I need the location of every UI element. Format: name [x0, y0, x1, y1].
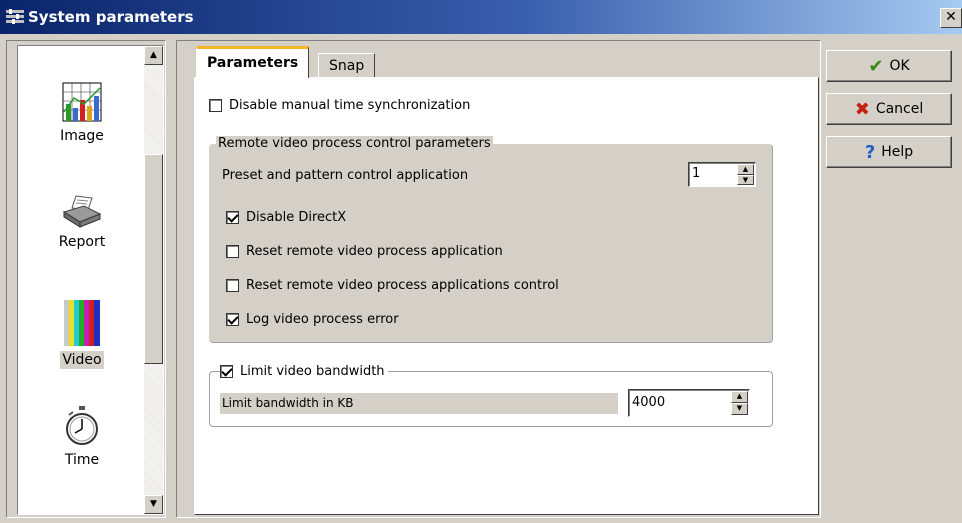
- bandwidth-spinner[interactable]: 4000 ▲ ▼: [628, 389, 750, 417]
- help-button[interactable]: ? Help: [826, 136, 952, 168]
- disable-directx-checkbox[interactable]: [226, 211, 239, 224]
- reset-app-control-label: Reset remote video process applications …: [246, 278, 559, 293]
- nav-label-report: Report: [58, 234, 106, 250]
- close-button[interactable]: ✕: [940, 8, 962, 28]
- help-label: Help: [881, 144, 914, 160]
- main-frame: Parameters Snap Disable manual time sync…: [176, 40, 821, 518]
- preset-value: 1: [692, 166, 701, 181]
- cancel-label: Cancel: [875, 101, 924, 117]
- nav-label-image: Image: [60, 128, 104, 144]
- scroll-up-button[interactable]: ▲: [144, 46, 163, 65]
- limit-bandwidth-option[interactable]: Limit video bandwidth: [220, 364, 388, 379]
- parameters-page: Disable manual time synchronization Remo…: [194, 77, 819, 515]
- category-list: Image Report Video Time ▲ ▼: [17, 45, 164, 515]
- checkmark-icon: ✔: [868, 55, 884, 77]
- log-error-label: Log video process error: [246, 312, 399, 327]
- app-icon: [6, 9, 24, 24]
- bandwidth-value: 4000: [632, 395, 666, 410]
- limit-bandwidth-label: Limit video bandwidth: [240, 364, 385, 379]
- bandwidth-limit-label: Limit bandwidth in KB: [220, 393, 618, 414]
- bandwidth-group: Limit video bandwidth Limit bandwidth in…: [209, 364, 773, 427]
- disable-directx-label: Disable DirectX: [246, 210, 347, 225]
- preset-down-button[interactable]: ▼: [737, 174, 754, 185]
- tab-snap[interactable]: Snap: [318, 53, 376, 77]
- bandwidth-down-button[interactable]: ▼: [731, 403, 748, 415]
- remote-video-group: Remote video process control parameters …: [209, 136, 773, 343]
- preset-spinner[interactable]: 1 ▲ ▼: [688, 162, 756, 187]
- preset-up-button[interactable]: ▲: [737, 164, 754, 175]
- nav-label-video: Video: [60, 351, 104, 369]
- stopwatch-icon: [66, 406, 98, 445]
- x-icon: ✖: [854, 98, 870, 120]
- chart-icon: [62, 82, 102, 122]
- disable-time-sync-checkbox[interactable]: [209, 99, 222, 112]
- title-bar: System parameters ✕: [0, 0, 962, 34]
- disable-time-sync-label: Disable manual time synchronization: [229, 98, 471, 113]
- nav-item-image[interactable]: Image: [18, 82, 146, 144]
- nav-item-report[interactable]: Report: [18, 194, 146, 250]
- printer-icon: [62, 195, 102, 228]
- remote-video-group-legend: Remote video process control parameters: [216, 136, 493, 151]
- window-title: System parameters: [28, 8, 194, 26]
- log-error-checkbox[interactable]: [226, 313, 239, 326]
- category-panel: Image Report Video Time ▲ ▼: [6, 40, 166, 518]
- nav-scrollbar[interactable]: ▲ ▼: [144, 46, 163, 514]
- bandwidth-up-button[interactable]: ▲: [731, 391, 748, 403]
- reset-app-control-checkbox[interactable]: [226, 279, 239, 292]
- color-bars-icon: [64, 300, 100, 346]
- ok-label: OK: [889, 58, 910, 74]
- preset-label: Preset and pattern control application: [222, 168, 469, 183]
- nav-item-video[interactable]: Video: [18, 300, 146, 369]
- nav-item-time[interactable]: Time: [18, 406, 146, 468]
- nav-label-time: Time: [64, 452, 100, 468]
- cancel-button[interactable]: ✖ Cancel: [826, 93, 952, 125]
- reset-app-checkbox[interactable]: [226, 245, 239, 258]
- scroll-down-button[interactable]: ▼: [144, 495, 163, 514]
- disable-time-sync-option[interactable]: Disable manual time synchronization: [209, 98, 470, 113]
- log-error-option[interactable]: Log video process error: [226, 312, 399, 327]
- question-mark-icon: ?: [864, 141, 876, 163]
- limit-bandwidth-checkbox[interactable]: [220, 365, 233, 378]
- reset-app-control-option[interactable]: Reset remote video process applications …: [226, 278, 559, 293]
- reset-app-option[interactable]: Reset remote video process application: [226, 244, 503, 259]
- reset-app-label: Reset remote video process application: [246, 244, 503, 259]
- scroll-thumb[interactable]: [144, 154, 163, 364]
- tab-parameters[interactable]: Parameters: [196, 46, 310, 78]
- disable-directx-option[interactable]: Disable DirectX: [226, 210, 346, 225]
- ok-button[interactable]: ✔ OK: [826, 50, 952, 82]
